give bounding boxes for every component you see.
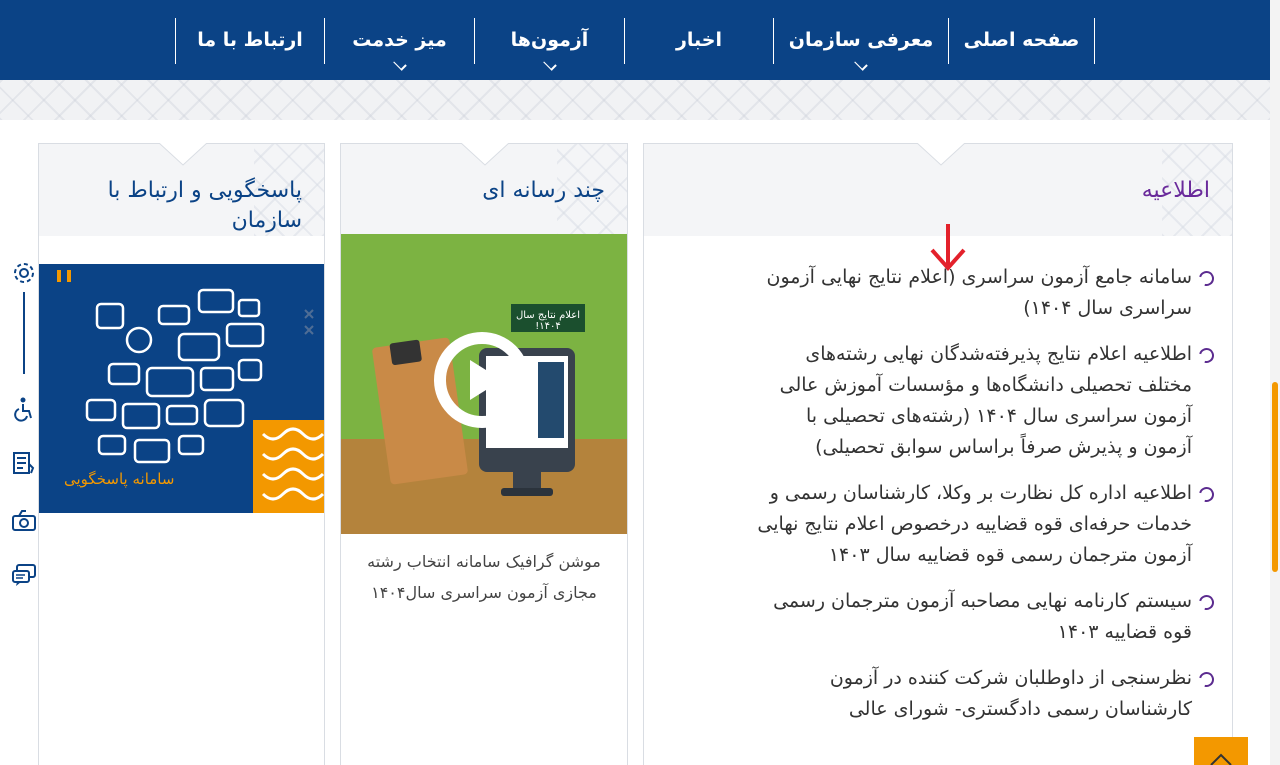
gear-icon[interactable]: [10, 260, 38, 288]
decorative-pattern-strip: [0, 80, 1270, 120]
nav-item-label: صفحه اصلی: [963, 29, 1080, 51]
main-nav: صفحه اصلی معرفی سازمان اخبار آزمون‌ها می…: [0, 0, 1270, 80]
arrow-up-icon: [1210, 753, 1232, 765]
side-toolbar: [6, 256, 42, 596]
nav-item-home[interactable]: صفحه اصلی: [948, 18, 1095, 64]
announcement-item[interactable]: اطلاعیه اعلام نتایج پذیرفته‌شدگان نهایی …: [756, 339, 1217, 463]
announcement-item[interactable]: نظرسنجی از داوطلبان شرکت کننده در آزمون …: [756, 663, 1217, 725]
bullet-icon: [1196, 669, 1217, 690]
nav-item-service-desk[interactable]: میز خدمت: [324, 18, 474, 71]
announcements-list: سامانه جامع آزمون سراسری (اعلام نتایج نه…: [756, 262, 1217, 740]
announcement-item[interactable]: سامانه جامع آزمون سراسری (اعلام نتایج نه…: [756, 262, 1217, 324]
bullet-icon: [1196, 592, 1217, 613]
nav-item-label: ارتباط با ما: [197, 29, 303, 51]
support-title: پاسخگویی و ارتباط با سازمان: [107, 178, 302, 233]
nav-item-label: میز خدمت: [352, 29, 447, 51]
sign-text: اعلام نتایج سال ۱۴۰۴!: [515, 310, 581, 332]
back-to-top-button[interactable]: [1194, 737, 1248, 765]
accessibility-icon[interactable]: [10, 396, 38, 424]
card-header: چند رسانه ای: [341, 143, 627, 236]
announcement-item[interactable]: اطلاعیه اداره کل نظارت بر وکلا، کارشناسا…: [756, 478, 1217, 571]
nav-item-exams[interactable]: آزمون‌ها: [474, 18, 624, 71]
checklist-icon[interactable]: [10, 450, 38, 478]
nav-item-about[interactable]: معرفی سازمان: [773, 18, 948, 71]
nav-item-label: اخبار: [675, 29, 723, 51]
bullet-icon: [1196, 268, 1217, 289]
video-caption[interactable]: موشن گرافیک سامانه انتخاب رشته مجازی آزم…: [348, 546, 620, 608]
video-thumbnail[interactable]: اعلام نتایج سال ۱۴۰۴!: [341, 234, 627, 534]
bullet-icon: [1196, 484, 1217, 505]
scrollbar-thumb[interactable]: [1272, 382, 1278, 572]
announcement-text[interactable]: سیستم کارنامه نهایی مصاحبه آزمون مترجمان…: [773, 590, 1192, 643]
announcement-text[interactable]: اطلاعیه اداره کل نظارت بر وکلا، کارشناسا…: [757, 482, 1192, 566]
card-notch: [917, 143, 965, 166]
bullet-icon: [1196, 345, 1217, 366]
chevron-down-icon: [854, 57, 868, 71]
announcement-item[interactable]: سیستم کارنامه نهایی مصاحبه آزمون مترجمان…: [756, 586, 1217, 648]
toolbar-divider: [23, 292, 25, 374]
support-banner[interactable]: سامانه پاسخگویی: [39, 264, 324, 513]
card-header: پاسخگویی و ارتباط با سازمان: [39, 143, 324, 236]
card-notch: [461, 143, 509, 166]
announcement-text[interactable]: اطلاعیه اعلام نتایج پذیرفته‌شدگان نهایی …: [780, 343, 1192, 458]
announcement-text[interactable]: نظرسنجی از داوطلبان شرکت کننده در آزمون …: [830, 667, 1192, 720]
support-banner-caption: سامانه پاسخگویی: [64, 470, 175, 488]
chat-icon[interactable]: [10, 562, 38, 590]
nav-item-label: آزمون‌ها: [510, 29, 589, 51]
play-icon[interactable]: [432, 330, 532, 430]
announcements-title: اطلاعیه: [1141, 178, 1210, 203]
announcement-text[interactable]: سامانه جامع آزمون سراسری (اعلام نتایج نه…: [767, 266, 1192, 319]
camera-icon[interactable]: [10, 508, 38, 536]
card-notch: [159, 143, 207, 166]
nav-item-news[interactable]: اخبار: [624, 18, 773, 64]
nav-item-label: معرفی سازمان: [788, 29, 934, 51]
chevron-down-icon: [542, 57, 557, 71]
multimedia-title: چند رسانه ای: [482, 178, 605, 203]
chevron-down-icon: [392, 57, 407, 71]
nav-item-contact[interactable]: ارتباط با ما: [175, 18, 324, 64]
